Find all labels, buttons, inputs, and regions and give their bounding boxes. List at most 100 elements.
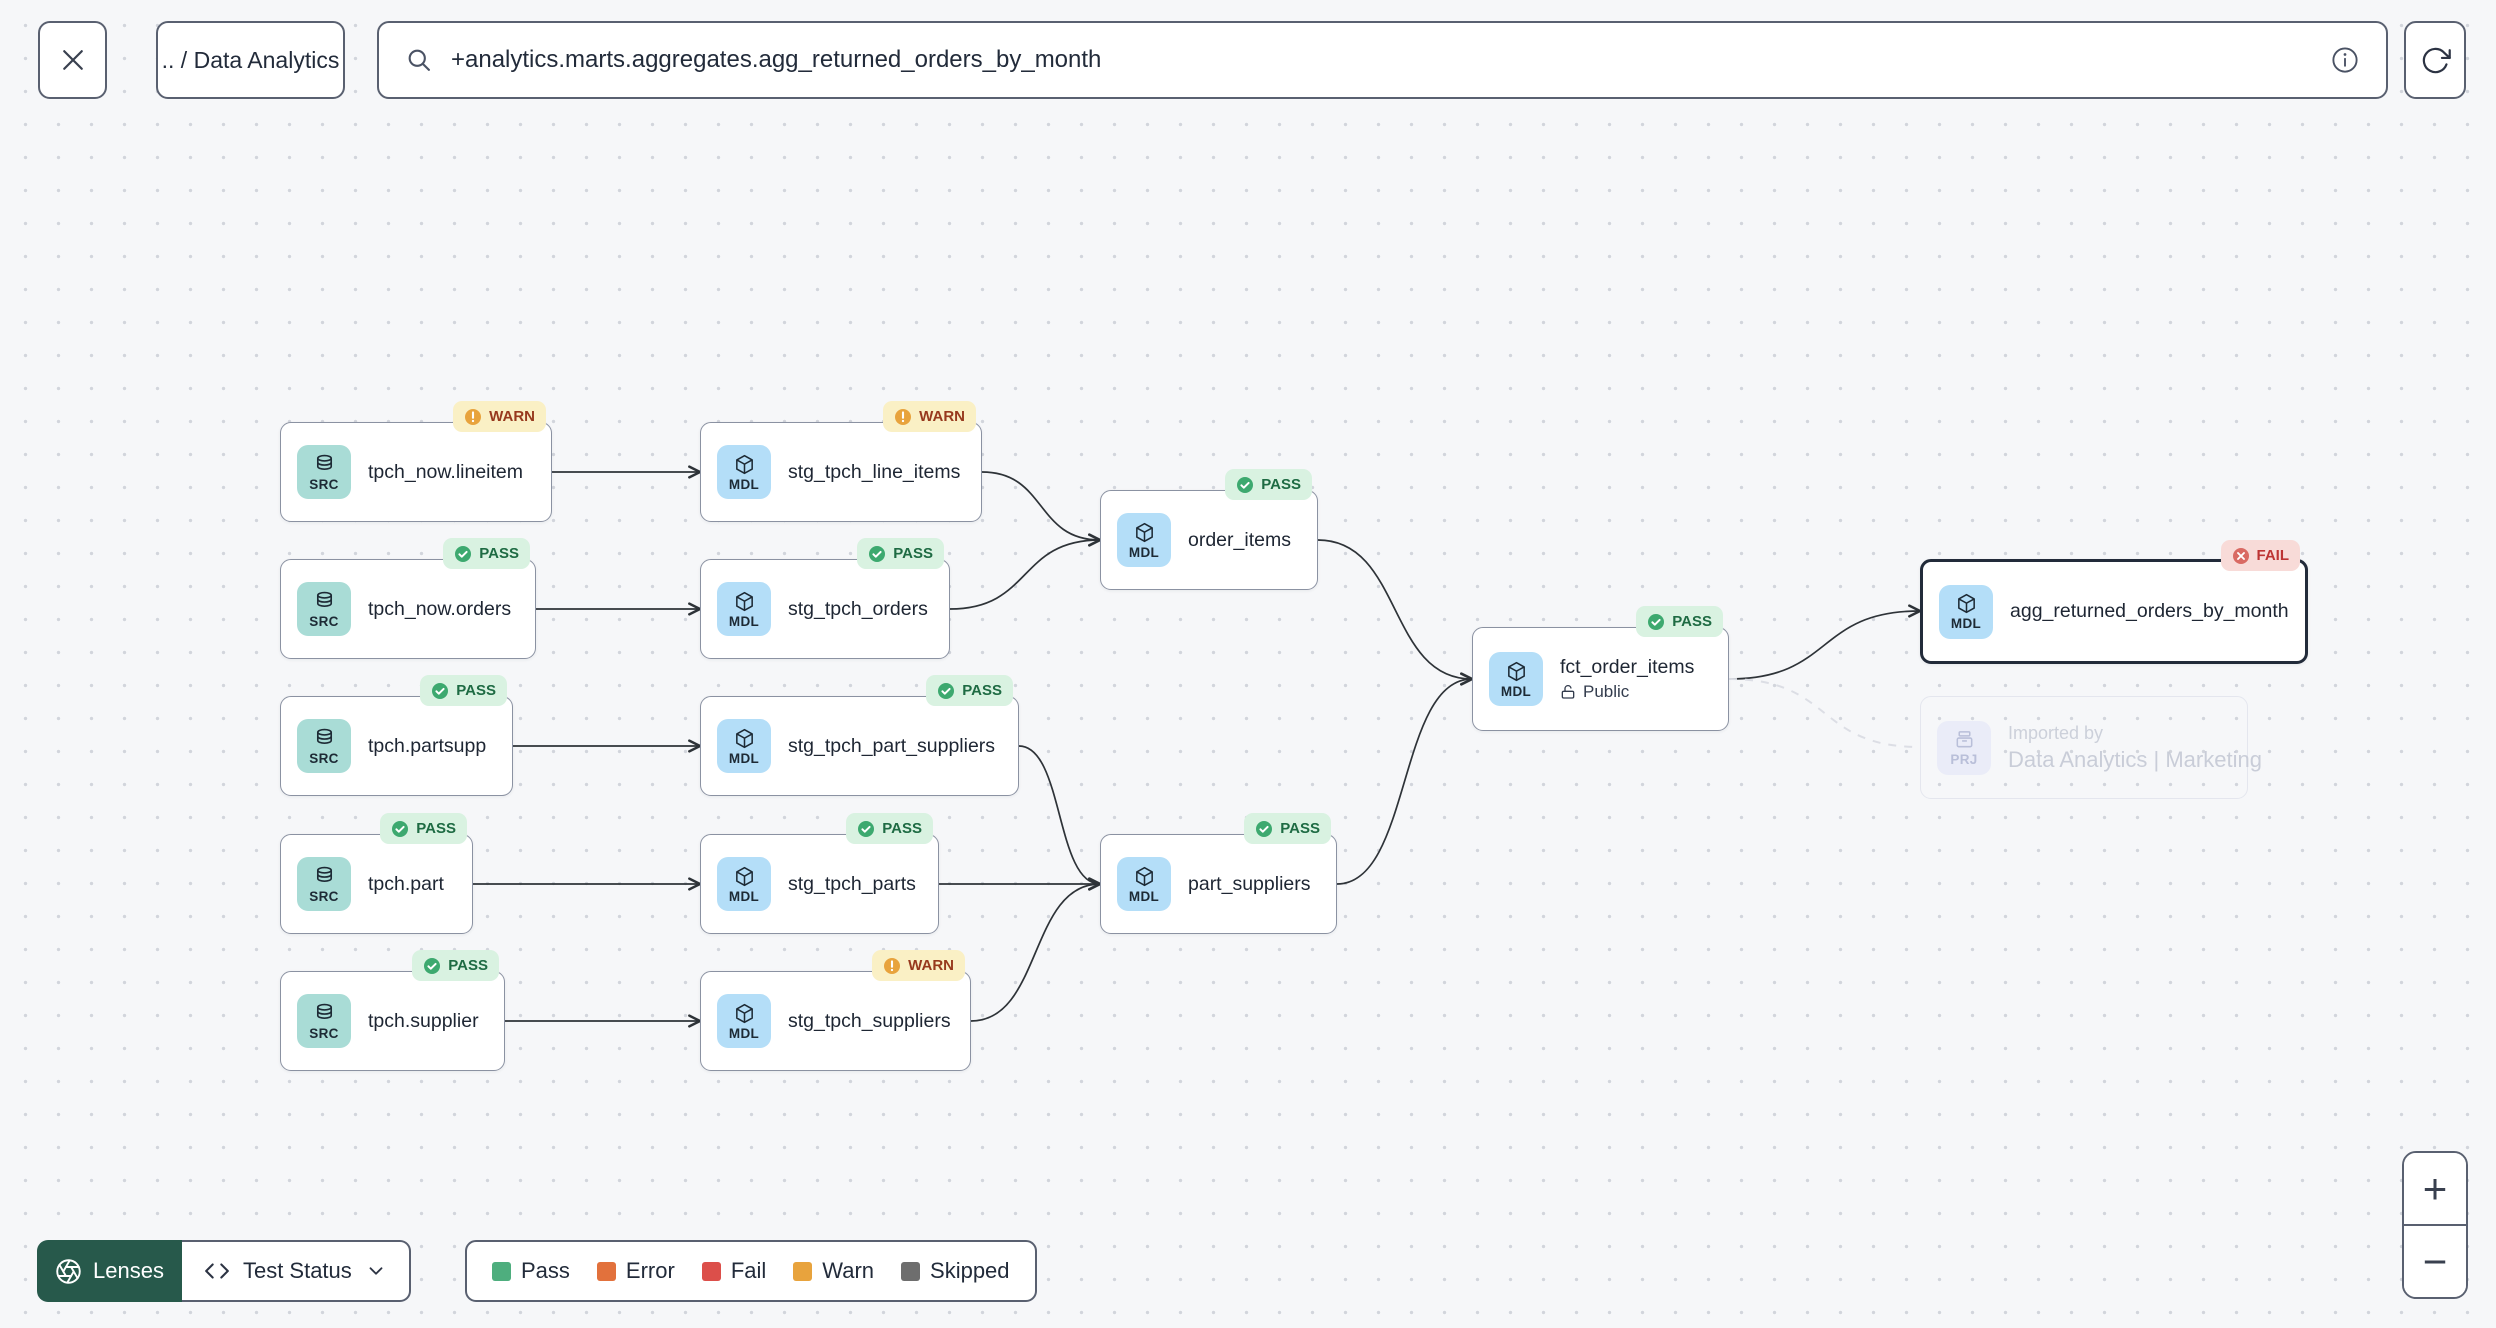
database-icon [313, 453, 336, 476]
pass-icon [454, 545, 472, 563]
node-label: stg_tpch_orders [788, 597, 928, 620]
legend-label: Pass [521, 1258, 570, 1283]
database-icon [313, 590, 336, 613]
pass-icon [868, 545, 886, 563]
status-label: PASS [962, 682, 1002, 699]
cube-icon [1133, 865, 1156, 888]
lenses-button[interactable]: Lenses [37, 1240, 182, 1302]
status-badge: WARN [453, 401, 546, 432]
node-kind-badge: MDL [1939, 584, 1993, 639]
pass-icon [857, 820, 875, 838]
code-icon [204, 1258, 230, 1284]
node-imported-by-project[interactable]: PRJ Imported by Data Analytics | Marketing [1920, 696, 2262, 799]
status-label: PASS [882, 820, 922, 837]
node-stg-tpch-parts[interactable]: PASS MDL stg_tpch_parts [700, 813, 939, 934]
node-text: part_suppliers [1188, 873, 1310, 896]
node-access-label: Public [1583, 682, 1630, 701]
node-tpch-supplier[interactable]: PASS SRC tpch.supplier [280, 950, 505, 1071]
node-stg-tpch-part-suppliers[interactable]: PASS MDL stg_tpch_part_suppliers [700, 675, 1019, 796]
legend-label: Error [625, 1258, 675, 1283]
warn-icon [464, 408, 482, 426]
lineage-edge [981, 471, 1102, 547]
cube-icon [1505, 660, 1528, 683]
node-kind-label: MDL [728, 476, 760, 492]
status-badge: PASS [443, 538, 530, 569]
node-text: stg_tpch_orders [788, 598, 928, 621]
node-kind-badge: MDL [1117, 857, 1171, 911]
lineage-edge [1317, 539, 1474, 686]
node-text: Imported by Data Analytics | Marketing [2008, 723, 2262, 773]
node-tpch-part[interactable]: PASS SRC tpch.part [280, 813, 473, 934]
node-text: tpch_now.lineitem [368, 461, 523, 484]
node-fct-order-items[interactable]: PASS MDL fct_order_items Public [1472, 606, 1729, 731]
node-stg-tpch-orders[interactable]: PASS MDL stg_tpch_orders [700, 538, 950, 659]
node-label: stg_tpch_suppliers [788, 1009, 951, 1032]
fail-icon [2232, 547, 2250, 565]
node-tpch-now-lineitem[interactable]: WARN SRC tpch_now.lineitem [280, 401, 552, 522]
cube-icon [733, 1002, 756, 1025]
node-label: part_suppliers [1188, 872, 1311, 895]
lenses-label: Lenses [93, 1258, 164, 1283]
node-kind-label: SRC [309, 613, 339, 629]
node-label: stg_tpch_parts [788, 872, 916, 895]
node-kind-label: SRC [309, 1025, 339, 1041]
node-kind-badge: MDL [1117, 513, 1171, 567]
status-badge: WARN [883, 401, 976, 432]
legend-item-error: Error [596, 1258, 675, 1284]
cube-icon [1133, 521, 1156, 544]
status-badge: PASS [420, 675, 507, 706]
lineage-view: WARN SRC tpch_now.lineitem WARN MDL stg_tpch_… [0, 0, 2496, 1328]
node-part-suppliers[interactable]: PASS MDL part_suppliers [1100, 813, 1337, 934]
node-stg-tpch-line-items[interactable]: WARN MDL stg_tpch_line_items [700, 401, 982, 522]
legend-item-warn: Warn [793, 1258, 874, 1284]
node-label: agg_returned_orders_by_month [2010, 600, 2289, 622]
legend-label: Warn [822, 1258, 875, 1283]
node-kind-label: MDL [1500, 683, 1532, 699]
pass-icon [391, 820, 409, 838]
pass-icon [431, 682, 449, 700]
status-label: PASS [416, 820, 456, 837]
unlock-icon [1560, 684, 1576, 700]
lens-controls: Lenses Test Status [37, 1240, 411, 1302]
node-text: tpch.partsupp [368, 735, 486, 758]
node-label: stg_tpch_line_items [788, 460, 961, 483]
node-stg-tpch-suppliers[interactable]: WARN MDL stg_tpch_suppliers [700, 950, 971, 1071]
zoom-out-button[interactable]: − [2404, 1226, 2466, 1297]
legend-swatch [492, 1261, 511, 1281]
node-text: stg_tpch_suppliers [788, 1010, 951, 1033]
node-tpch-partsupp[interactable]: PASS SRC tpch.partsupp [280, 675, 513, 796]
lens-selector-dropdown[interactable]: Test Status [181, 1240, 411, 1302]
status-label: PASS [1280, 820, 1320, 837]
zoom-in-button[interactable]: + [2404, 1153, 2466, 1224]
node-label: tpch.part [368, 872, 444, 895]
lineage-canvas[interactable]: WARN SRC tpch_now.lineitem WARN MDL stg_tpch_… [0, 0, 2496, 1328]
lineage-edge [949, 533, 1102, 610]
lineage-edge [970, 877, 1102, 1022]
status-label: PASS [1672, 613, 1712, 630]
legend-item-fail: Fail [701, 1258, 766, 1284]
node-kind-label: MDL [728, 888, 760, 904]
lens-selector-label: Test Status [242, 1258, 352, 1283]
node-order-items[interactable]: PASS MDL order_items [1100, 469, 1318, 590]
status-badge: PASS [846, 813, 933, 844]
status-badge: FAIL [2220, 540, 2300, 571]
node-kind-badge: PRJ [1937, 720, 1991, 775]
node-label: Data Analytics | Marketing [2008, 746, 2262, 772]
pass-icon [1647, 613, 1665, 631]
node-kind-badge: MDL [717, 445, 771, 499]
aperture-icon [55, 1258, 82, 1285]
pass-icon [423, 957, 441, 975]
node-kind-label: MDL [1128, 888, 1160, 904]
test-status-legend: Pass Error Fail Warn Skipped [465, 1240, 1037, 1302]
lineage-edge [1336, 672, 1474, 885]
status-label: PASS [1261, 476, 1301, 493]
database-icon [313, 865, 336, 888]
node-text: agg_returned_orders_by_month [2010, 600, 2289, 623]
cube-icon [733, 590, 756, 613]
legend-item-pass: Pass [492, 1258, 570, 1284]
status-badge: PASS [926, 675, 1013, 706]
node-tpch-now-orders[interactable]: PASS SRC tpch_now.orders [280, 538, 536, 659]
status-badge: PASS [1225, 469, 1312, 500]
node-kind-label: SRC [309, 750, 339, 766]
node-agg-returned-orders-by-month[interactable]: FAIL MDL agg_returned_orders_by_month [1920, 540, 2308, 664]
